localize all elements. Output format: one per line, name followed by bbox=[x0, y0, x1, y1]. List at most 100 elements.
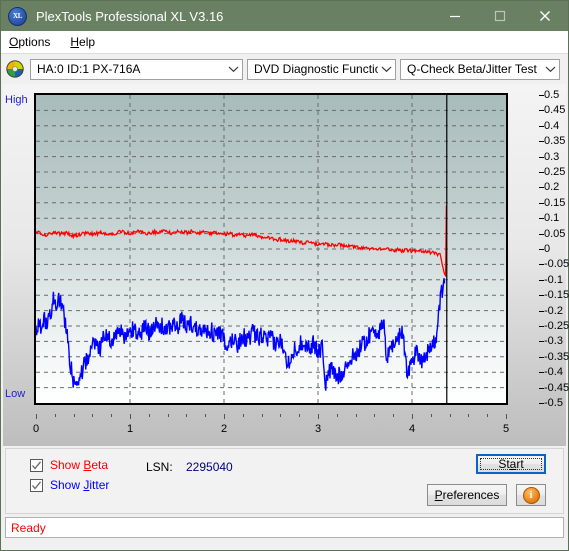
menu-item-help[interactable]: Help bbox=[70, 35, 95, 49]
y-tick-mark bbox=[539, 310, 544, 312]
function-select-value: DVD Diagnostic Functions bbox=[254, 62, 378, 76]
y-tick-label: -0.2 bbox=[544, 304, 563, 317]
x-minor-tick bbox=[205, 414, 207, 417]
x-tick-label: 1 bbox=[126, 423, 134, 435]
show-jitter-label: Show Jitter bbox=[50, 478, 109, 492]
y-tick-label: -0.5 bbox=[544, 397, 563, 409]
start-button[interactable]: St a rt bbox=[476, 454, 546, 474]
plot-frame bbox=[34, 93, 508, 405]
y-tick-label: -0.1 bbox=[544, 273, 563, 286]
y-tick-label: 0.15 bbox=[544, 196, 566, 209]
menu-label-help: elp bbox=[79, 35, 96, 49]
axis-label-low: Low bbox=[5, 388, 26, 400]
x-minor-tick bbox=[487, 414, 489, 417]
y-tick-mark bbox=[539, 218, 544, 220]
show-beta-checkbox[interactable]: Show Beta bbox=[30, 458, 108, 472]
beta-jitter-plot bbox=[36, 95, 506, 403]
x-tick-label: 4 bbox=[408, 423, 416, 435]
info-button[interactable]: i bbox=[516, 484, 546, 506]
show-jitter-pre: Show bbox=[50, 478, 84, 492]
y-tick-label: -0.15 bbox=[544, 289, 569, 302]
x-minor-tick bbox=[54, 414, 56, 417]
x-minor-tick bbox=[111, 414, 113, 417]
x-minor-tick bbox=[261, 414, 263, 417]
menu-accel-options: O bbox=[9, 35, 19, 49]
y-tick-label: -0.35 bbox=[544, 350, 569, 363]
show-beta-pre: Show bbox=[50, 458, 84, 472]
start-button-inner: St a rt bbox=[480, 457, 542, 471]
show-jitter-checkbox[interactable]: Show Jitter bbox=[30, 478, 109, 492]
chart-panel: High Low 0.5 0.45 0.4 0.35 0.3 0.25 0.2 0.15 0.1… bbox=[3, 84, 569, 446]
start-pre: St bbox=[498, 457, 510, 471]
x-tick-label: 2 bbox=[220, 423, 228, 435]
y-tick-label: 0.45 bbox=[544, 104, 566, 117]
y-tick-mark bbox=[539, 372, 544, 374]
x-minor-tick bbox=[412, 414, 413, 417]
y-tick-label: 0.5 bbox=[544, 89, 560, 101]
x-minor-tick bbox=[224, 414, 225, 417]
toolbar: HA:0 ID:1 PX-716A DVD Diagnostic Functio… bbox=[1, 54, 568, 84]
xl-logo-icon: XL bbox=[8, 6, 27, 26]
x-minor-tick bbox=[336, 414, 338, 417]
y-tick-label: -0.4 bbox=[544, 366, 563, 379]
lsn-value: 2295040 bbox=[186, 460, 233, 474]
y-tick-mark bbox=[539, 233, 544, 235]
x-minor-tick bbox=[92, 414, 94, 417]
series-beta bbox=[36, 205, 448, 278]
pref-accel: P bbox=[434, 488, 443, 502]
x-minor-tick bbox=[299, 414, 301, 417]
y-tick-mark bbox=[539, 279, 544, 281]
preferences-button[interactable]: Preferences bbox=[427, 484, 507, 506]
x-minor-tick bbox=[130, 414, 131, 417]
test-select[interactable]: Q-Check Beta/Jitter Test bbox=[400, 58, 560, 80]
x-minor-tick bbox=[186, 414, 188, 417]
menu-bar: Options Help bbox=[1, 31, 568, 54]
lsn-label: LSN: bbox=[146, 460, 173, 474]
show-beta-post: eta bbox=[91, 458, 109, 472]
y-tick-label: 0.1 bbox=[544, 212, 560, 225]
start-post: rt bbox=[516, 457, 524, 471]
pref-post: references bbox=[442, 488, 500, 502]
menu-label-options: ptions bbox=[18, 35, 51, 49]
y-tick-label: 0.2 bbox=[544, 181, 560, 194]
axis-label-high: High bbox=[5, 94, 28, 106]
y-tick-label: 0.35 bbox=[544, 135, 566, 148]
y-tick-mark bbox=[539, 387, 544, 389]
x-minor-tick bbox=[374, 414, 376, 417]
function-select[interactable]: DVD Diagnostic Functions bbox=[247, 58, 396, 80]
status-text: Ready bbox=[11, 520, 46, 535]
maximize-icon[interactable] bbox=[477, 1, 522, 31]
menu-item-options[interactable]: Options bbox=[9, 35, 50, 49]
x-tick-label: 3 bbox=[314, 423, 322, 435]
y-tick-label: -0.3 bbox=[544, 335, 563, 348]
x-tick-label: 5 bbox=[502, 423, 510, 435]
y-tick-mark bbox=[539, 264, 544, 266]
chevron-down-icon bbox=[542, 65, 559, 73]
window-controls bbox=[432, 1, 568, 31]
chevron-down-icon bbox=[378, 65, 395, 73]
drive-select-value: HA:0 ID:1 PX-716A bbox=[37, 62, 141, 76]
checkbox-box-jitter bbox=[30, 478, 43, 492]
x-minor-tick bbox=[468, 414, 470, 417]
drive-select[interactable]: HA:0 ID:1 PX-716A bbox=[30, 58, 243, 80]
y-tick-mark bbox=[539, 295, 544, 297]
x-minor-tick bbox=[73, 414, 75, 417]
y-tick-mark bbox=[539, 356, 544, 358]
y-tick-label: -0.45 bbox=[544, 381, 569, 394]
y-tick-mark bbox=[539, 341, 544, 343]
y-tick-mark bbox=[539, 326, 544, 327]
status-bar: Ready bbox=[5, 517, 564, 538]
checkbox-box-beta bbox=[30, 458, 43, 472]
x-minor-tick bbox=[167, 414, 169, 417]
plot-area: 0.5 0.45 0.4 0.35 0.3 0.25 0.2 0.15 0.1 0.05 0 -0.0… bbox=[33, 89, 569, 435]
minimize-icon[interactable] bbox=[432, 1, 477, 31]
close-icon[interactable] bbox=[522, 1, 568, 31]
x-minor-tick bbox=[355, 414, 357, 417]
x-minor-tick bbox=[430, 414, 432, 417]
y-tick-mark bbox=[539, 110, 544, 112]
test-select-value: Q-Check Beta/Jitter Test bbox=[407, 62, 537, 76]
x-minor-tick bbox=[148, 414, 150, 417]
y-tick-mark bbox=[539, 95, 544, 96]
show-beta-label: Show Beta bbox=[50, 458, 108, 472]
title-bar: XL PlexTools Professional XL V3.16 bbox=[1, 1, 568, 31]
